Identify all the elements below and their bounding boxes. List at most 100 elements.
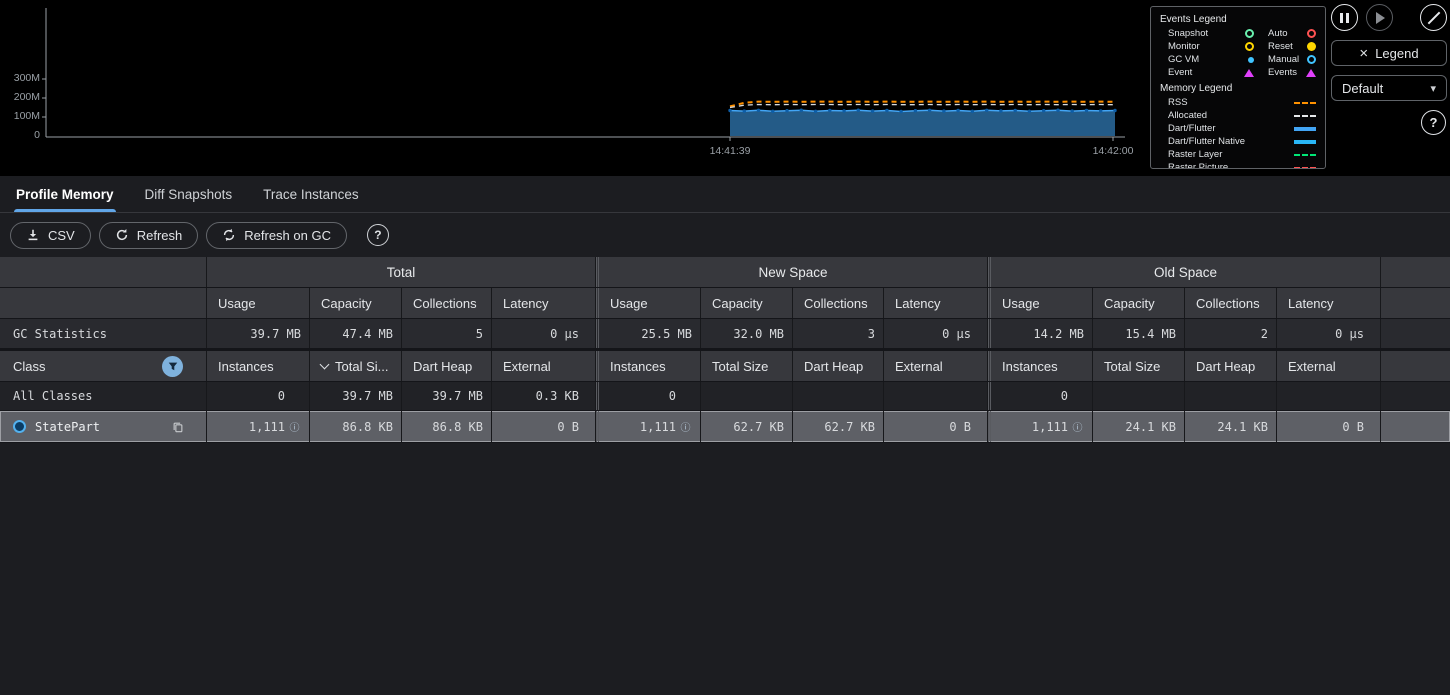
monitor-event-icon xyxy=(1245,42,1254,51)
class-table-header-row: Class Instances Total Si... Dart Heap Ex… xyxy=(0,351,1450,382)
column-header-latency[interactable]: Latency xyxy=(1277,288,1381,318)
gc-vm-event-icon xyxy=(1248,56,1254,63)
legend-item: Event xyxy=(1168,67,1254,78)
filler-cell xyxy=(1381,288,1450,318)
legend-item: Raster Picture xyxy=(1168,162,1316,168)
total-instances: 0 xyxy=(207,382,310,410)
auto-event-icon xyxy=(1307,29,1316,38)
old-instances: 1,111 ⓘ xyxy=(991,411,1093,442)
gc-old-latency: 0 μs xyxy=(1277,319,1381,348)
column-header-total-size[interactable]: Total Size xyxy=(1093,351,1185,381)
y-axis-label: 200M xyxy=(13,91,40,103)
resume-chart-button[interactable] xyxy=(1366,4,1393,31)
autorenew-icon xyxy=(224,228,235,242)
interval-dropdown[interactable]: Default ▾ xyxy=(1331,75,1447,101)
new-external xyxy=(884,382,988,410)
profile-help-button[interactable]: ? xyxy=(366,224,389,246)
new-instances: 1,111 ⓘ xyxy=(599,411,701,442)
column-header-external[interactable]: External xyxy=(1277,351,1381,381)
info-icon: ⓘ xyxy=(1072,423,1083,434)
column-header-instances[interactable]: Instances xyxy=(599,351,701,381)
column-header-dart-heap[interactable]: Dart Heap xyxy=(793,351,884,381)
refresh-button-label: Refresh xyxy=(136,227,183,243)
column-header-latency[interactable]: Latency xyxy=(884,288,988,318)
dart-flutter-line-icon xyxy=(1294,126,1316,131)
chart-pause-resume-row xyxy=(1331,4,1447,31)
column-header-dart-heap[interactable]: Dart Heap xyxy=(1185,351,1277,381)
tab-trace-instances[interactable]: Trace Instances xyxy=(261,176,361,212)
column-header-instances[interactable]: Instances xyxy=(207,351,310,381)
column-header-collections[interactable]: Collections xyxy=(793,288,884,318)
close-icon: × xyxy=(1359,44,1369,62)
raster-layer-line-icon xyxy=(1294,153,1316,156)
column-header-instances[interactable]: Instances xyxy=(991,351,1093,381)
info-icon: ⓘ xyxy=(289,423,300,434)
column-header-external[interactable]: External xyxy=(492,351,596,381)
class-filter-button[interactable] xyxy=(162,355,183,377)
legend-toggle-button[interactable]: × Legend xyxy=(1331,40,1447,66)
corner-cell xyxy=(0,288,207,318)
legend-item: Dart/Flutter xyxy=(1168,123,1316,134)
profile-toolbar: CSV Refresh Refresh on GC ? xyxy=(0,213,1450,257)
all-classes-row[interactable]: All Classes 0 39.7 MB 39.7 MB 0.3 KB 0 0 xyxy=(0,382,1450,411)
column-header-capacity[interactable]: Capacity xyxy=(1093,288,1185,318)
refresh-button[interactable]: Refresh xyxy=(98,221,199,249)
statepart-row[interactable]: StatePart 1,111 ⓘ 86.8 KB 86.8 KB 0 B 1,1… xyxy=(0,411,1450,443)
column-header-capacity[interactable]: Capacity xyxy=(701,288,793,318)
old-size xyxy=(1093,382,1185,410)
class-header-label: Class xyxy=(13,358,46,374)
column-header-collections[interactable]: Collections xyxy=(1185,288,1277,318)
column-header-capacity[interactable]: Capacity xyxy=(310,288,402,318)
pause-chart-button[interactable] xyxy=(1331,4,1358,31)
gc-total-usage: 39.7 MB xyxy=(207,319,310,348)
tab-profile-memory[interactable]: Profile Memory xyxy=(14,176,116,212)
refresh-icon xyxy=(116,229,127,241)
column-header-class[interactable]: Class xyxy=(0,351,207,381)
filler-cell xyxy=(1381,351,1450,381)
filler-cell xyxy=(1381,411,1450,442)
old-dart-heap xyxy=(1185,382,1277,410)
column-header-dart-heap[interactable]: Dart Heap xyxy=(402,351,492,381)
column-header-usage[interactable]: Usage xyxy=(599,288,701,318)
copy-icon xyxy=(173,422,183,432)
csv-button[interactable]: CSV xyxy=(10,221,91,249)
snapshot-event-icon xyxy=(1245,29,1254,38)
legend-item: Manual xyxy=(1268,54,1316,65)
gc-new-latency: 0 μs xyxy=(884,319,988,348)
refresh-on-gc-toggle[interactable]: Refresh on GC xyxy=(206,221,347,249)
dart-flutter-native-line-icon xyxy=(1294,139,1316,144)
column-header-total-size-sorted[interactable]: Total Si... xyxy=(310,351,402,381)
y-axis-label: 100M xyxy=(13,110,40,122)
column-header-external[interactable]: External xyxy=(884,351,988,381)
chart-help-button[interactable]: ? xyxy=(1421,110,1446,135)
play-icon xyxy=(1376,11,1385,24)
legend-item: Snapshot xyxy=(1168,28,1254,39)
download-icon xyxy=(28,229,38,241)
gc-old-usage: 14.2 MB xyxy=(991,319,1093,348)
column-header-latency[interactable]: Latency xyxy=(492,288,596,318)
events-legend-list: Snapshot Auto Monitor Reset GC VM Manual… xyxy=(1160,28,1316,78)
column-header-usage[interactable]: Usage xyxy=(207,288,310,318)
group-header-new-space: New Space xyxy=(599,257,988,287)
chart-controls: × Legend Default ▾ ? xyxy=(1331,4,1447,135)
gc-statistics-row: GC Statistics 39.7 MB 47.4 MB 5 0 μs 25.… xyxy=(0,319,1450,349)
filter-icon xyxy=(168,362,177,371)
refresh-on-gc-label: Refresh on GC xyxy=(244,227,331,243)
copy-class-name-button[interactable] xyxy=(172,421,184,433)
total-instances: 1,111 ⓘ xyxy=(207,411,310,442)
raster-picture-line-icon xyxy=(1294,166,1316,168)
gc-total-collections: 5 xyxy=(402,319,492,348)
tab-diff-snapshots[interactable]: Diff Snapshots xyxy=(143,176,235,212)
new-size: 62.7 KB xyxy=(701,411,793,442)
legend-item: GC VM xyxy=(1168,54,1254,65)
column-header-collections[interactable]: Collections xyxy=(402,288,492,318)
pause-icon xyxy=(1340,12,1349,23)
gc-new-capacity: 32.0 MB xyxy=(701,319,793,348)
column-header-total-size[interactable]: Total Size xyxy=(701,351,793,381)
events-legend-title: Events Legend xyxy=(1160,14,1227,25)
clear-chart-button[interactable] xyxy=(1420,4,1447,31)
legend-button-label: Legend xyxy=(1375,45,1419,61)
gc-old-collections: 2 xyxy=(1185,319,1277,348)
column-header-usage[interactable]: Usage xyxy=(991,288,1093,318)
total-dart-heap: 86.8 KB xyxy=(402,411,492,442)
